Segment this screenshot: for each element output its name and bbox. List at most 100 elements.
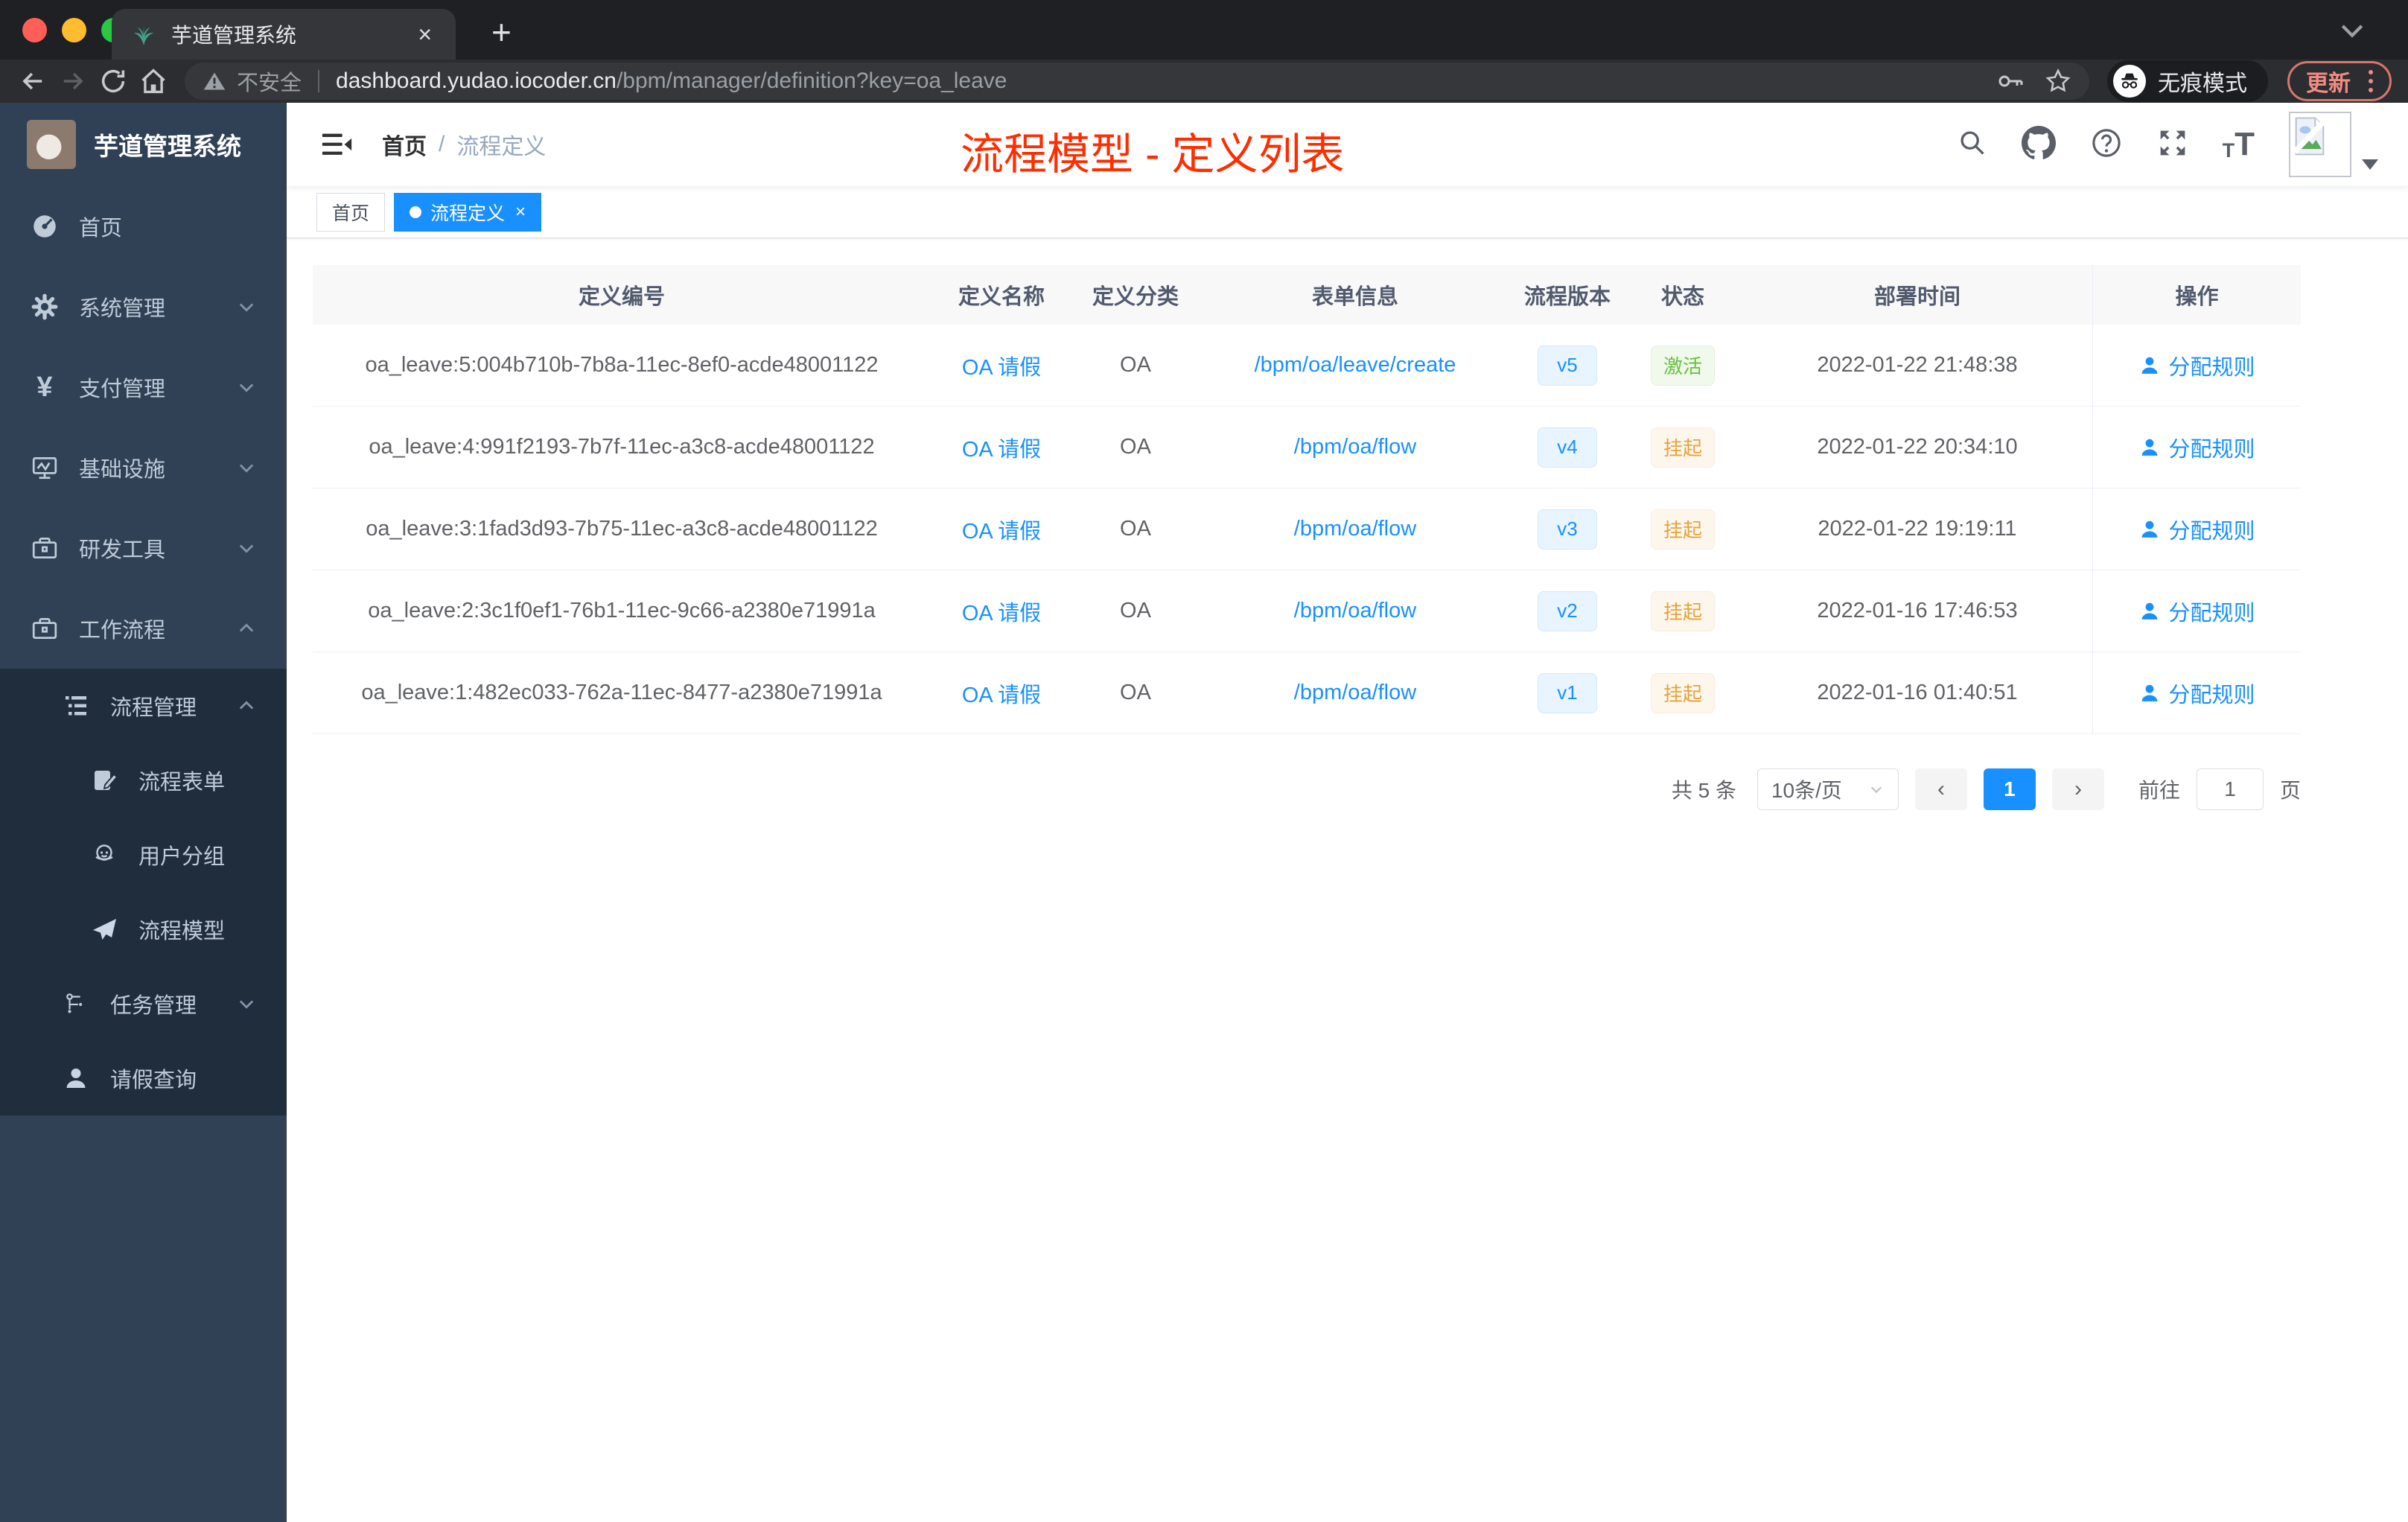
form-info-link[interactable]: /bpm/oa/flow [1294,681,1416,705]
breadcrumb-current: 流程定义 [456,135,547,159]
chevron-down-icon [236,538,257,558]
site-favicon-sprout-icon [133,25,154,46]
search-icon[interactable] [1958,128,1987,162]
chevron-up-icon [236,618,257,639]
assign-rule-button[interactable]: 分配规则 [2138,678,2255,709]
sidebar-item-process-model[interactable]: 流程模型 [0,892,287,967]
font-size-icon[interactable]: TT [2223,128,2255,161]
sidebar-item-task-management[interactable]: 任务管理 [0,967,287,1041]
org-tree-icon [61,989,91,1019]
tab-title: 芋道管理系统 [171,24,297,47]
definition-name-link[interactable]: OA 请假 [962,350,1041,381]
browser-update-button[interactable]: 更新 [2287,61,2392,101]
assign-rule-button[interactable]: 分配规则 [2138,514,2255,545]
form-info-link[interactable]: /bpm/oa/leave/create [1255,353,1456,378]
browser-window: 芋道管理系统 × + 不安全 dashboard.yudao.iocoder.c… [0,0,2408,1522]
chevron-down-icon [1870,786,1882,794]
tab-close-icon[interactable]: × [413,19,436,49]
address-bar[interactable]: 不安全 dashboard.yudao.iocoder.cn/bpm/manag… [185,63,2089,100]
tag-close-icon[interactable]: × [515,202,526,223]
user-icon [2142,602,2158,620]
bookmark-star-icon[interactable] [2045,68,2071,95]
table-row: oa_leave:2:3c1f0ef1-76b1-11ec-9c66-a2380… [313,570,2301,652]
sidebar-toggle-button[interactable] [287,103,382,186]
sidebar-item-process-form[interactable]: 流程表单 [0,743,287,818]
definition-id: oa_leave:4:991f2193-7b7f-11ec-a3c8-acde4… [369,435,875,459]
fullscreen-icon[interactable] [2157,127,2188,162]
definition-name-link[interactable]: OA 请假 [962,678,1041,709]
page-number-button[interactable]: 1 [1983,768,2036,810]
col-header-action: 操作 [2092,265,2301,325]
user-icon [61,1063,91,1093]
incognito-label: 无痕模式 [2158,71,2247,96]
user-menu[interactable] [2289,112,2378,177]
definition-category: OA [1120,435,1151,459]
form-edit-icon [89,765,119,795]
definition-id: oa_leave:2:3c1f0ef1-76b1-11ec-9c66-a2380… [368,599,876,623]
user-icon [2142,684,2158,701]
sidebar-item-home[interactable]: 首页 [0,186,287,267]
sidebar-item-workflow[interactable]: 工作流程 [0,588,287,669]
close-window-button[interactable] [22,18,47,42]
assign-rule-button[interactable]: 分配规则 [2138,350,2255,381]
prev-page-button[interactable]: ‹ [1914,768,1967,810]
url-text[interactable]: dashboard.yudao.iocoder.cn/bpm/manager/d… [336,69,1976,94]
goto-page-input[interactable]: 1 [2196,768,2264,810]
definition-id: oa_leave:1:482ec033-762a-11ec-8477-a2380… [361,681,882,704]
browser-menu-icon[interactable] [2364,70,2377,92]
definition-name-link[interactable]: OA 请假 [962,514,1041,545]
sidebar-item-payment[interactable]: ¥ 支付管理 [0,347,287,427]
pagination-total: 共 5 条 [1671,779,1736,802]
version-badge: v4 [1538,427,1597,468]
chevron-down-icon [236,993,257,1014]
goto-label: 前往 [2138,779,2180,802]
chevron-down-icon[interactable] [2362,159,2378,170]
not-secure-warning-icon[interactable] [203,69,226,93]
form-info-link[interactable]: /bpm/oa/flow [1294,435,1416,459]
annotation-text: 流程模型 - 定义列表 [961,130,1345,179]
home-button[interactable] [137,65,170,98]
tab-search-chevron-icon[interactable] [2339,22,2365,44]
col-header-form: 表单信息 [1311,285,1398,309]
form-info-link[interactable]: /bpm/oa/flow [1294,599,1416,623]
help-icon[interactable] [2090,127,2123,163]
definition-name-link[interactable]: OA 请假 [962,432,1041,463]
page-size-select[interactable]: 10条/页 [1756,768,1899,810]
form-info-link[interactable]: /bpm/oa/flow [1294,517,1416,541]
next-page-button[interactable]: › [2051,768,2104,810]
sidebar-item-leave-query[interactable]: 请假查询 [0,1041,287,1115]
page-content: 定义编号 定义名称 定义分类 表单信息 流程版本 状态 部署时间 操作 oa_l… [287,238,2408,810]
sidebar-item-infrastructure[interactable]: 基础设施 [0,427,287,508]
sidebar-logo[interactable]: 芋道管理系统 [0,103,287,186]
avatar[interactable] [2289,112,2351,177]
sidebar-item-system[interactable]: 系统管理 [0,267,287,347]
new-tab-button[interactable]: + [491,12,512,52]
assign-rule-button[interactable]: 分配规则 [2138,432,2255,463]
tree-table-icon [61,691,91,721]
version-badge: v3 [1538,509,1597,550]
tag-home[interactable]: 首页 [316,192,386,232]
assign-rule-button[interactable]: 分配规则 [2138,596,2255,627]
breadcrumb-home-link[interactable]: 首页 [382,128,427,161]
not-secure-label[interactable]: 不安全 [237,66,302,97]
reload-button[interactable] [97,65,130,98]
tag-process-definition[interactable]: 流程定义 × [394,192,542,232]
navbar: 首页 / 流程定义 流程模型 - 定义列表 T T [287,103,2408,186]
minimize-window-button[interactable] [62,18,86,42]
sidebar-item-dev-tools[interactable]: 研发工具 [0,508,287,588]
forward-button[interactable] [57,65,89,98]
active-tag-dot [410,206,422,218]
github-icon[interactable] [2021,125,2056,164]
definition-table: 定义编号 定义名称 定义分类 表单信息 流程版本 状态 部署时间 操作 oa_l… [313,265,2301,734]
definition-name-link[interactable]: OA 请假 [962,596,1041,627]
back-button[interactable] [16,65,49,98]
incognito-badge: 无痕模式 [2107,60,2268,102]
password-key-icon[interactable] [1997,68,2024,95]
browser-tab[interactable]: 芋道管理系统 × [112,9,456,60]
update-label[interactable]: 更新 [2306,65,2351,98]
sidebar-item-process-management[interactable]: 流程管理 [0,669,287,743]
url-divider [318,70,320,92]
user-icon [2142,520,2158,538]
definition-id: oa_leave:5:004b710b-7b8a-11ec-8ef0-acde4… [365,353,879,377]
sidebar-item-user-group[interactable]: 用户分组 [0,818,287,892]
